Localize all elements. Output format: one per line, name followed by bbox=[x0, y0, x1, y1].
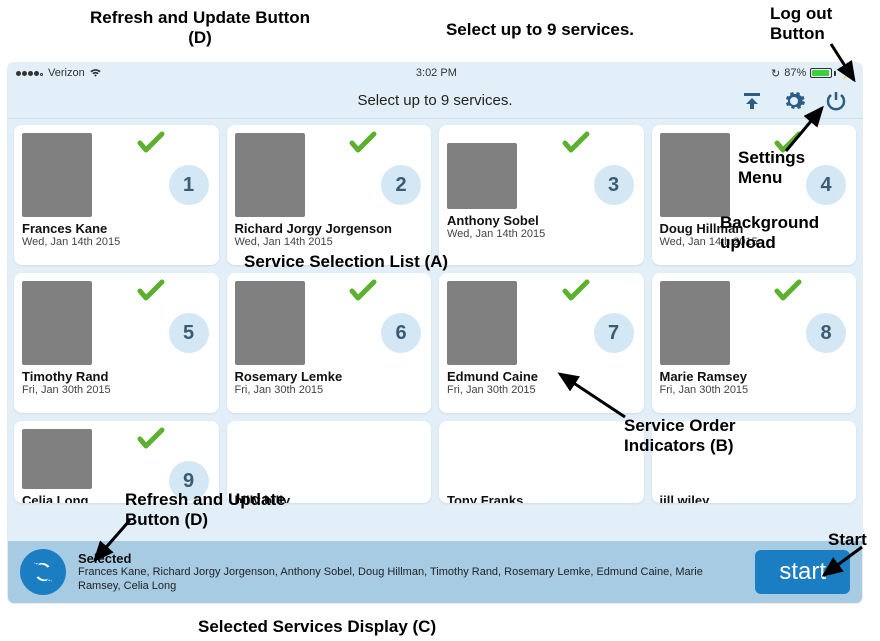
annotation-logout-b: Button bbox=[770, 24, 825, 43]
service-card[interactable]: 6 Rosemary LemkeFri, Jan 30th 2015 bbox=[227, 273, 432, 413]
annotation-logout-a: Log out bbox=[770, 4, 832, 23]
checkmark-icon bbox=[562, 279, 590, 303]
service-photo bbox=[447, 429, 517, 489]
service-photo bbox=[447, 143, 517, 209]
order-indicator: 8 bbox=[806, 313, 846, 353]
order-indicator: 3 bbox=[594, 165, 634, 205]
service-date: Fri, Jan 30th 2015 bbox=[235, 384, 424, 396]
annotation-refresh-top-b: (D) bbox=[188, 28, 212, 47]
service-card[interactable]: 8 Marie RamseyFri, Jan 30th 2015 bbox=[652, 273, 857, 413]
checkmark-icon bbox=[137, 279, 165, 303]
service-photo bbox=[22, 429, 92, 489]
service-card[interactable]: 3 Anthony SobelWed, Jan 14th 2015 bbox=[439, 125, 644, 265]
clock: 3:02 PM bbox=[102, 67, 771, 79]
service-grid: 1Frances KaneWed, Jan 14th 20152Richard … bbox=[8, 119, 862, 603]
service-photo bbox=[447, 281, 517, 365]
carrier-label: Verizon bbox=[48, 67, 85, 79]
service-date: Fri, Jan 30th 2015 bbox=[660, 384, 849, 396]
service-card[interactable]: 5 Timothy RandFri, Jan 30th 2015 bbox=[14, 273, 219, 413]
charging-icon: ⚡ bbox=[840, 67, 854, 80]
sync-icon: ↻ bbox=[771, 67, 780, 80]
battery-percent: 87% bbox=[784, 67, 806, 79]
start-button[interactable]: start bbox=[755, 550, 850, 594]
tablet-screen: Verizon 3:02 PM ↻ 87% ⚡ Select up to 9 s… bbox=[8, 63, 862, 603]
service-name: Edmund Caine bbox=[447, 369, 636, 384]
service-card[interactable]: jill wiley bbox=[652, 421, 857, 503]
service-card[interactable]: Tony Franks bbox=[439, 421, 644, 503]
checkmark-icon bbox=[349, 279, 377, 303]
selected-services-display: Selected Frances Kane, Richard Jorgy Jor… bbox=[78, 551, 743, 594]
service-name: Frances Kane bbox=[22, 221, 211, 236]
service-photo bbox=[235, 429, 305, 489]
service-name: Rosemary Lemke bbox=[235, 369, 424, 384]
service-name: Marie Ramsey bbox=[660, 369, 849, 384]
order-indicator: 6 bbox=[381, 313, 421, 353]
service-card[interactable]: 4 Doug HillmanWed, Jan 14th 2015 bbox=[652, 125, 857, 265]
order-indicator: 2 bbox=[381, 165, 421, 205]
header-bar: Select up to 9 services. bbox=[8, 83, 862, 119]
service-photo bbox=[660, 133, 730, 217]
service-name: Anthony Sobel bbox=[447, 213, 636, 228]
checkmark-icon bbox=[349, 131, 377, 155]
annotation-refresh-top-a: Refresh and Update Button bbox=[90, 8, 310, 27]
annotation-selected-services: Selected Services Display (C) bbox=[198, 617, 436, 636]
status-bar: Verizon 3:02 PM ↻ 87% ⚡ bbox=[8, 63, 862, 83]
service-photo bbox=[235, 281, 305, 365]
service-card[interactable]: billy billy bbox=[227, 421, 432, 503]
service-photo bbox=[22, 281, 92, 365]
service-card[interactable]: 1 Frances KaneWed, Jan 14th 2015 bbox=[14, 125, 219, 265]
checkmark-icon bbox=[774, 279, 802, 303]
checkmark-icon bbox=[774, 131, 802, 155]
checkmark-icon bbox=[137, 427, 165, 451]
service-date: Wed, Jan 14th 2015 bbox=[22, 236, 211, 248]
signal-dots-icon bbox=[16, 67, 44, 79]
service-photo bbox=[660, 281, 730, 365]
service-card[interactable]: 2 Richard Jorgy JorgensonWed, Jan 14th 20… bbox=[227, 125, 432, 265]
service-photo bbox=[235, 133, 305, 217]
service-photo bbox=[660, 429, 730, 489]
footer-bar: Selected Frances Kane, Richard Jorgy Jor… bbox=[8, 541, 862, 603]
service-date: Wed, Jan 14th 2015 bbox=[235, 236, 424, 248]
service-card[interactable]: 7 Edmund CaineFri, Jan 30th 2015 bbox=[439, 273, 644, 413]
selected-label: Selected bbox=[78, 551, 743, 566]
selected-names: Frances Kane, Richard Jorgy Jorgenson, A… bbox=[78, 566, 743, 594]
order-indicator: 7 bbox=[594, 313, 634, 353]
order-indicator: 1 bbox=[169, 165, 209, 205]
checkmark-icon bbox=[137, 131, 165, 155]
annotation-selection-title: Select up to 9 services. bbox=[446, 20, 634, 39]
refresh-button[interactable] bbox=[20, 549, 66, 595]
service-name: Tony Franks bbox=[447, 493, 636, 503]
service-name: Richard Jorgy Jorgenson bbox=[235, 221, 424, 236]
wifi-icon bbox=[89, 68, 102, 78]
service-card[interactable]: 9Celia LongFri, Jan 30th 2015 bbox=[14, 421, 219, 503]
service-date: Fri, Jan 30th 2015 bbox=[447, 384, 636, 396]
service-date: Fri, Jan 30th 2015 bbox=[22, 384, 211, 396]
order-indicator: 9 bbox=[169, 461, 209, 501]
service-date: Wed, Jan 14th 2015 bbox=[447, 228, 636, 240]
service-name: billy billy bbox=[235, 493, 424, 503]
order-indicator: 5 bbox=[169, 313, 209, 353]
service-name: jill wiley bbox=[660, 493, 849, 503]
battery-icon bbox=[810, 68, 836, 78]
order-indicator: 4 bbox=[806, 165, 846, 205]
checkmark-icon bbox=[562, 131, 590, 155]
service-name: Doug Hillman bbox=[660, 221, 849, 236]
page-title: Select up to 9 services. bbox=[8, 92, 862, 109]
refresh-icon bbox=[30, 559, 56, 585]
service-date: Wed, Jan 14th 2015 bbox=[660, 236, 849, 248]
service-photo bbox=[22, 133, 92, 217]
service-name: Timothy Rand bbox=[22, 369, 211, 384]
